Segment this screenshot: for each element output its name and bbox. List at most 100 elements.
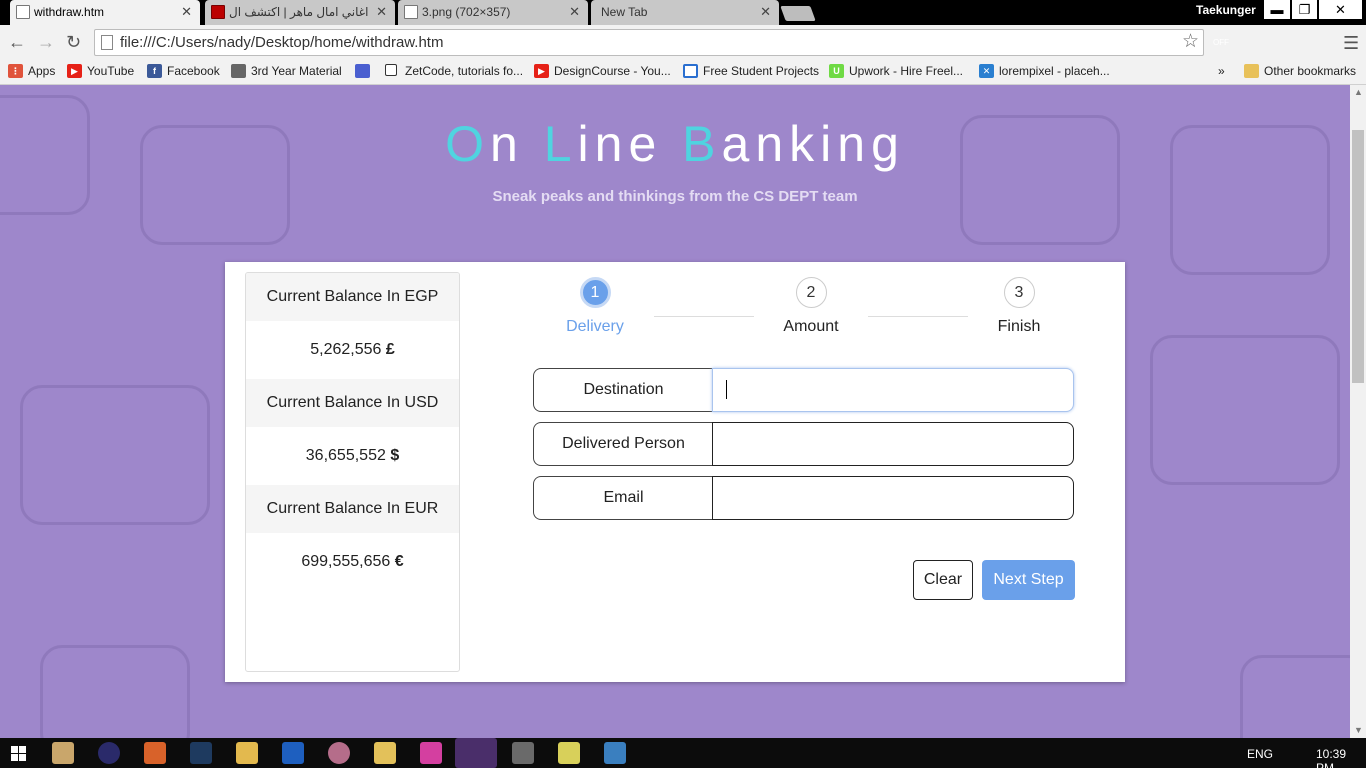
windows-start-icon[interactable] — [11, 746, 26, 761]
close-tab-icon[interactable]: ✕ — [569, 4, 580, 20]
step-number: 3 — [1003, 277, 1035, 308]
next-step-button[interactable]: Next Step — [982, 560, 1075, 600]
balance-value-usd: 36,655,552 $ — [305, 447, 400, 464]
bookmark-lorempixel[interactable]: ✕ lorempixel - placeh... — [979, 63, 1110, 79]
bookmarks-bar: ⋮ Apps ▶ YouTube f Facebook 3rd Year Materi… — [0, 60, 1366, 85]
new-tab-button[interactable] — [780, 6, 816, 21]
balance-value-egp: 5,262,556 £ — [310, 341, 395, 358]
close-tab-icon[interactable]: ✕ — [376, 4, 387, 20]
bookmark-zetcode[interactable]: ZetCode, tutorials fo... — [385, 63, 523, 79]
step-connector — [654, 316, 754, 317]
address-bar[interactable]: file:///C:/Users/nady/Desktop/home/withd… — [94, 29, 1204, 56]
bookmark-designcourse[interactable]: ▶ DesignCourse - You... — [534, 63, 671, 79]
balance-value-eur: 699,555,656 € — [301, 553, 404, 570]
apps-grid-icon: ⋮ — [8, 64, 23, 78]
bookmark-youtube[interactable]: ▶ YouTube — [67, 63, 134, 79]
step-indicator: 1 Delivery 2 Amount 3 Finish — [555, 277, 1055, 337]
step-label: Amount — [783, 318, 839, 335]
scroll-up-icon[interactable]: ▲ — [1354, 87, 1363, 97]
other-bookmarks[interactable]: Other bookmarks — [1244, 63, 1356, 79]
step-connector — [868, 316, 968, 317]
page-scrollbar[interactable]: ▲ ▼ — [1350, 85, 1366, 738]
background-decoration — [1150, 335, 1340, 485]
folder-icon — [1244, 64, 1259, 78]
restore-button[interactable]: ❐ — [1292, 0, 1317, 19]
destination-label: Destination — [533, 368, 713, 412]
step-number: 1 — [579, 277, 611, 308]
page-icon — [385, 64, 397, 76]
background-decoration — [1240, 655, 1350, 738]
euro-icon: € — [394, 553, 404, 570]
delivered-person-row: Delivered Person — [533, 422, 1074, 466]
bookmark-apps[interactable]: ⋮ Apps — [8, 63, 55, 79]
page-favicon-icon — [404, 5, 418, 19]
notes-icon[interactable] — [558, 742, 580, 764]
scroll-down-icon[interactable]: ▼ — [1354, 725, 1363, 735]
taskbar-clock[interactable]: 10:39 PM — [1316, 747, 1366, 768]
site-title: On Line Banking — [445, 116, 905, 172]
delivered-person-input[interactable] — [712, 422, 1074, 466]
profile-name[interactable]: Taekunger — [1196, 3, 1256, 17]
tab-songs[interactable]: اغاني امال ماهر | اكتشف ال ✕ — [205, 0, 395, 25]
close-tab-icon[interactable]: ✕ — [181, 4, 192, 20]
bookmark-facebook[interactable]: f Facebook — [147, 63, 220, 79]
address-text: file:///C:/Users/nady/Desktop/home/withd… — [120, 34, 444, 51]
bookmark-free-projects[interactable]: Free Student Projects — [683, 63, 819, 79]
back-arrow-icon[interactable]: ← — [8, 32, 26, 52]
windows-taskbar: ENG 10:39 PM — [0, 738, 1366, 768]
eclipse-icon[interactable] — [98, 742, 120, 764]
step-delivery[interactable]: 1 Delivery — [545, 277, 645, 336]
background-decoration — [40, 645, 190, 738]
forward-arrow-icon[interactable]: → — [37, 32, 55, 52]
menu-icon[interactable]: ☰ — [1343, 33, 1359, 54]
site-favicon-icon — [211, 5, 225, 19]
shield-bookmark-icon — [355, 64, 370, 78]
close-window-button[interactable]: ✕ — [1319, 0, 1362, 19]
step-amount[interactable]: 2 Amount — [761, 277, 861, 336]
media-app-icon[interactable] — [420, 742, 442, 764]
matlab-icon[interactable] — [144, 742, 166, 764]
bookmark-3rd-year[interactable]: 3rd Year Material — [231, 63, 342, 79]
balance-label-usd: Current Balance In USD — [246, 379, 459, 427]
minimize-button[interactable]: ▬ — [1264, 0, 1290, 19]
step-label: Finish — [997, 318, 1041, 335]
terminal-icon[interactable] — [512, 742, 534, 764]
reload-icon[interactable]: ↻ — [66, 32, 81, 52]
balance-label-egp: Current Balance In EGP — [246, 273, 459, 321]
bookmarks-overflow[interactable]: » — [1218, 63, 1225, 79]
delivered-person-label: Delivered Person — [533, 422, 713, 466]
tab-new-tab[interactable]: New Tab ✕ — [591, 0, 779, 25]
bug-extension-icon[interactable] — [1243, 33, 1263, 53]
window-app-icon[interactable] — [282, 742, 304, 764]
step-label: Delivery — [566, 318, 624, 335]
bookmark-upwork[interactable]: U Upwork - Hire Freel... — [829, 63, 963, 79]
file-manager-icon[interactable] — [236, 742, 258, 764]
paint-icon[interactable] — [328, 742, 350, 764]
folder-icon — [231, 64, 246, 78]
youtube-icon: ▶ — [67, 64, 82, 78]
tab-image[interactable]: 3.png (702×357) ✕ — [398, 0, 588, 25]
photoshop-icon[interactable] — [190, 742, 212, 764]
destination-input[interactable] — [712, 368, 1074, 412]
contrast-extension-icon[interactable] — [1307, 33, 1327, 53]
clear-button[interactable]: Clear — [913, 560, 973, 600]
off-extension-icon[interactable]: OFF — [1211, 33, 1231, 53]
power-extension-icon[interactable] — [1275, 33, 1295, 53]
close-tab-icon[interactable]: ✕ — [760, 4, 771, 20]
star-icon[interactable]: ☆ — [1182, 30, 1199, 53]
tab-withdraw[interactable]: withdraw.htm ✕ — [10, 0, 200, 25]
browser-titlebar: withdraw.htm ✕ اغاني امال ماهر | اكتشف ا… — [0, 0, 1366, 25]
chrome-taskbar-icon[interactable] — [455, 738, 497, 768]
page-favicon-icon — [16, 5, 30, 19]
withdraw-card: Current Balance In EGP 5,262,556 £ Curre… — [225, 262, 1125, 682]
image-viewer-icon[interactable] — [52, 742, 74, 764]
balance-panel: Current Balance In EGP 5,262,556 £ Curre… — [245, 272, 460, 672]
step-finish[interactable]: 3 Finish — [969, 277, 1069, 336]
scroll-thumb[interactable] — [1352, 130, 1364, 383]
upwork-icon: U — [829, 64, 844, 78]
language-indicator[interactable]: ENG — [1247, 747, 1273, 761]
email-input[interactable] — [712, 476, 1074, 520]
pixel-icon: ✕ — [979, 64, 994, 78]
screen-app-icon[interactable] — [604, 742, 626, 764]
explorer-icon[interactable] — [374, 742, 396, 764]
